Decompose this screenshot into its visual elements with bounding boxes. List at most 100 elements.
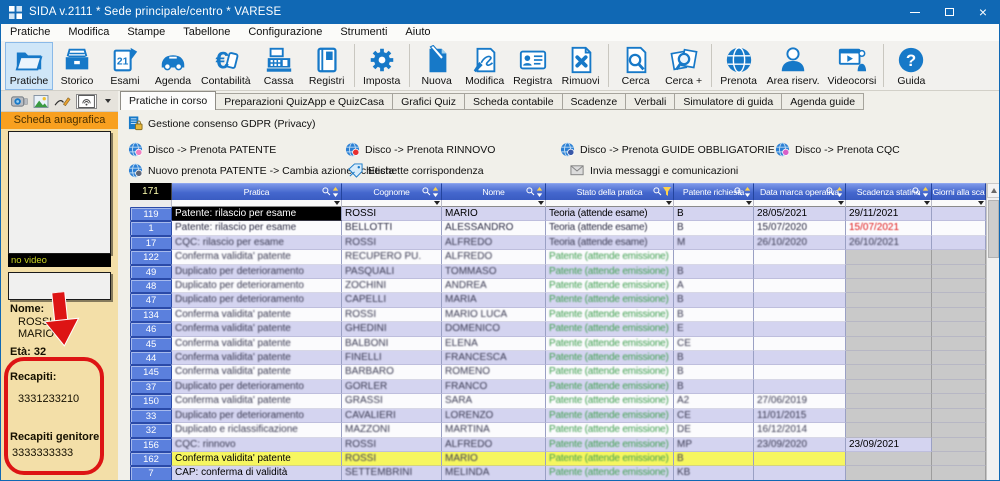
toolbar-button-storico[interactable]: Storico — [53, 42, 101, 90]
cell-patente-richiesta[interactable]: CE — [674, 337, 754, 351]
cell-stato-pratica[interactable]: Patente (attende emissione) — [546, 279, 674, 293]
row-id-button[interactable]: 47 — [130, 293, 172, 307]
cell-giorni-scadenza[interactable] — [932, 337, 986, 351]
cell-stato-pratica[interactable]: Patente (attende emissione) — [546, 423, 674, 437]
cell-stato-pratica[interactable]: Teoria (attende esame) — [546, 221, 674, 235]
cell-giorni-scadenza[interactable] — [932, 250, 986, 264]
cell-pratica[interactable]: Duplicato per deterioramento — [172, 380, 342, 394]
cell-pratica[interactable]: Conferma validita' patente — [172, 394, 342, 408]
cell-data-marca[interactable] — [754, 250, 846, 264]
cell-giorni-scadenza[interactable] — [932, 221, 986, 235]
column-header-nome[interactable]: Nome — [442, 183, 546, 200]
cell-nome[interactable]: MARIA — [442, 293, 546, 307]
cell-scadenza-statino[interactable] — [846, 423, 932, 437]
search-sort-icon[interactable] — [422, 187, 439, 197]
cell-pratica[interactable]: CAP: conferma di validità — [172, 466, 342, 480]
cell-scadenza-statino[interactable] — [846, 394, 932, 408]
cell-pratica[interactable]: Duplicato per deterioramento — [172, 279, 342, 293]
cell-giorni-scadenza[interactable] — [932, 394, 986, 408]
cell-giorni-scadenza[interactable] — [932, 293, 986, 307]
cell-nome[interactable]: ELENA — [442, 337, 546, 351]
table-row[interactable]: 47Duplicato per deterioramentoCAPELLIMAR… — [130, 293, 1000, 307]
row-id-button[interactable]: 46 — [130, 322, 172, 336]
tab-scadenze[interactable]: Scadenze — [563, 93, 627, 110]
cell-giorni-scadenza[interactable] — [932, 365, 986, 379]
search-sort-icon[interactable] — [322, 187, 339, 197]
cell-nome[interactable]: MARIO — [442, 452, 546, 466]
cell-stato-pratica[interactable]: Patente (attende emissione) — [546, 351, 674, 365]
cell-stato-pratica[interactable]: Patente (attende emissione) — [546, 438, 674, 452]
cell-cognome[interactable]: ROSSI — [342, 236, 442, 250]
cell-nome[interactable]: TOMMASO — [442, 265, 546, 279]
cell-patente-richiesta[interactable]: B — [674, 293, 754, 307]
signature-button[interactable] — [54, 95, 71, 108]
toolbar-button-registra[interactable]: Registra — [509, 42, 557, 90]
toolbar-button-prenota[interactable]: Prenota — [715, 42, 763, 90]
cell-patente-richiesta[interactable]: B — [674, 452, 754, 466]
filter-handle-giorni-alla-sca[interactable] — [932, 200, 986, 207]
table-row[interactable]: 156CQC: rinnovoROSSIALFREDOPatente (atte… — [130, 438, 1000, 452]
row-id-button[interactable]: 49 — [130, 265, 172, 279]
cell-cognome[interactable]: ROSSI — [342, 452, 442, 466]
cell-patente-richiesta[interactable]: KB — [674, 466, 754, 480]
cell-stato-pratica[interactable]: Patente (attende emissione) — [546, 365, 674, 379]
row-id-button[interactable]: 45 — [130, 337, 172, 351]
cell-cognome[interactable]: FINELLI — [342, 351, 442, 365]
cell-pratica[interactable]: Conferma validita' patente — [172, 452, 342, 466]
cell-cognome[interactable]: PASQUALI — [342, 265, 442, 279]
action-disco-prenota-cqc[interactable]: Disco -> Prenota CQC — [775, 142, 900, 157]
cell-cognome[interactable]: ROSSI — [342, 308, 442, 322]
photo-button[interactable] — [33, 95, 49, 108]
cell-nome[interactable]: ALFREDO — [442, 438, 546, 452]
cell-nome[interactable]: ROMENO — [442, 365, 546, 379]
cell-cognome[interactable]: SETTEMBRINI — [342, 466, 442, 480]
search-sort-icon[interactable] — [526, 187, 543, 197]
toolbar-button-area-riserv[interactable]: Area riserv. — [763, 42, 824, 90]
cell-cognome[interactable]: GORLER — [342, 380, 442, 394]
cell-nome[interactable]: MARIO — [442, 207, 546, 221]
table-row[interactable]: 1Patente: rilascio per esameBELLOTTIALES… — [130, 221, 1000, 235]
cell-data-marca[interactable]: 15/07/2020 — [754, 221, 846, 235]
cell-stato-pratica[interactable]: Patente (attende emissione) — [546, 308, 674, 322]
cell-pratica[interactable]: CQC: rilascio per esame — [172, 236, 342, 250]
cell-nome[interactable]: DOMENICO — [442, 322, 546, 336]
toolbar-button-rimuovi[interactable]: Rimuovi — [557, 42, 605, 90]
cell-data-marca[interactable]: 27/06/2019 — [754, 394, 846, 408]
toolbar-button-contabilit[interactable]: €Contabilità — [197, 42, 255, 90]
cell-giorni-scadenza[interactable] — [932, 279, 986, 293]
table-row[interactable]: 119Patente: rilascio per esameROSSIMARIO… — [130, 207, 1000, 221]
filter-handle-cognome[interactable] — [342, 200, 442, 207]
action-invia-messaggi-e-comunicazioni[interactable]: Invia messaggi e comunicazioni — [570, 163, 738, 178]
cell-giorni-scadenza[interactable] — [932, 438, 986, 452]
tab-pratiche-in-corso[interactable]: Pratiche in corso — [120, 91, 216, 110]
row-id-button[interactable]: 17 — [130, 236, 172, 250]
row-id-button[interactable]: 145 — [130, 365, 172, 379]
row-id-button[interactable]: 44 — [130, 351, 172, 365]
toolbar-button-cerca[interactable]: Cerca — [612, 42, 660, 90]
cell-cognome[interactable]: MAZZONI — [342, 423, 442, 437]
row-id-button[interactable]: 119 — [130, 207, 172, 221]
row-id-button[interactable]: 122 — [130, 250, 172, 264]
maximize-button[interactable] — [932, 0, 966, 24]
row-id-button[interactable]: 156 — [130, 438, 172, 452]
cell-nome[interactable]: ALFREDO — [442, 250, 546, 264]
cell-scadenza-statino[interactable] — [846, 279, 932, 293]
scroll-thumb[interactable] — [988, 200, 999, 258]
filter-handle-scadenza-statino[interactable] — [846, 200, 932, 207]
cell-cognome[interactable]: ZOCHINI — [342, 279, 442, 293]
filter-handle-data-marca-operativa[interactable] — [754, 200, 846, 207]
cell-cognome[interactable]: BARBARO — [342, 365, 442, 379]
tab-verbali[interactable]: Verbali — [626, 93, 675, 110]
cell-scadenza-statino[interactable] — [846, 265, 932, 279]
cell-scadenza-statino[interactable] — [846, 351, 932, 365]
table-row[interactable]: 48Duplicato per deterioramentoZOCHINIAND… — [130, 279, 1000, 293]
table-row[interactable]: 134Conferma validita' patenteROSSIMARIO … — [130, 308, 1000, 322]
cell-stato-pratica[interactable]: Patente (attende emissione) — [546, 337, 674, 351]
row-id-button[interactable]: 134 — [130, 308, 172, 322]
cell-data-marca[interactable] — [754, 466, 846, 480]
column-header-pratica[interactable]: Pratica — [172, 183, 342, 200]
cell-patente-richiesta[interactable]: M — [674, 236, 754, 250]
cell-stato-pratica[interactable]: Patente (attende emissione) — [546, 380, 674, 394]
cell-giorni-scadenza[interactable] — [932, 466, 986, 480]
cell-data-marca[interactable] — [754, 365, 846, 379]
